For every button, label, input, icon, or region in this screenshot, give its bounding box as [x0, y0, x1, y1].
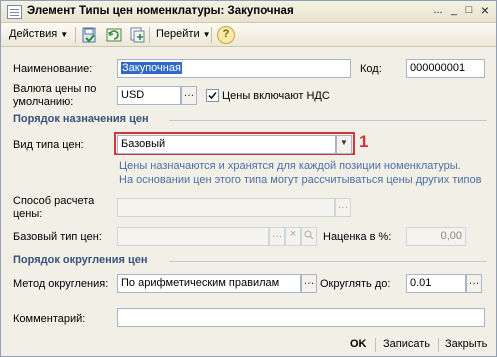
calc-method-input[interactable] — [117, 198, 335, 217]
base-type-label: Базовый тип цен: — [13, 231, 102, 243]
copy-document-icon[interactable] — [128, 26, 146, 44]
clear-icon: × — [289, 228, 297, 240]
base-type-input[interactable] — [117, 227, 269, 246]
vat-checkbox-label: Цены включают НДС — [222, 90, 330, 102]
dropdown-arrow-icon: ▼ — [202, 30, 211, 39]
dropdown-arrow-icon: ▼ — [60, 30, 69, 39]
price-type-dropdown-button[interactable]: ▼ — [336, 135, 352, 154]
currency-label-line1: Валюта цены по — [13, 83, 97, 95]
toolbar-separator — [149, 27, 150, 43]
annotation-number: 1 — [359, 132, 369, 151]
markup-label: Наценка в %: — [323, 231, 392, 243]
toolbar-separator — [211, 27, 212, 43]
window-menu-button[interactable]: ... — [431, 4, 445, 18]
rounding-method-select-button[interactable]: … — [301, 274, 317, 293]
currency-label-line2: умолчанию: — [13, 96, 74, 108]
reread-icon[interactable] — [105, 26, 123, 44]
actions-menu-button[interactable]: Действия ▼ — [6, 26, 71, 44]
rounding-method-label: Метод округления: — [13, 278, 109, 290]
hint-line-1: Цены назначаются и хранятся для каждой п… — [119, 160, 461, 172]
round-to-label: Округлять до: — [320, 278, 391, 290]
name-value: Закупочная — [121, 62, 182, 74]
document-window: Элемент Типы цен номенклатуры: Закупочна… — [0, 0, 497, 357]
close-window-button[interactable]: × — [478, 3, 492, 18]
code-input[interactable]: 000000001 — [406, 59, 485, 78]
base-type-open-button[interactable] — [301, 227, 317, 246]
checkmark-icon — [208, 91, 217, 100]
save-and-close-icon[interactable] — [80, 26, 98, 44]
goto-menu-button[interactable]: Перейти ▼ — [153, 26, 214, 44]
title-bar: Элемент Типы цен номенклатуры: Закупочна… — [1, 1, 496, 23]
name-label: Наименование: — [13, 63, 93, 75]
comment-input[interactable] — [117, 308, 485, 327]
button-separator — [438, 338, 439, 352]
catalog-icon — [7, 5, 22, 19]
calc-method-label-line1: Способ расчета — [13, 195, 95, 207]
button-separator — [375, 338, 376, 352]
round-to-select-button[interactable]: … — [466, 274, 482, 293]
base-type-clear-button[interactable]: × — [285, 227, 301, 246]
calc-method-select-button[interactable]: … — [335, 198, 351, 217]
vat-checkbox[interactable] — [206, 89, 219, 102]
maximize-button[interactable]: □ — [462, 4, 476, 18]
bottom-bar: OK Записать Закрыть — [1, 332, 496, 356]
code-label: Код: — [360, 63, 382, 75]
help-icon[interactable]: ? — [217, 26, 235, 44]
name-input[interactable]: Закупочная — [117, 59, 351, 78]
minimize-button[interactable]: _ — [447, 4, 461, 18]
search-icon — [304, 230, 314, 240]
ok-button[interactable]: OK — [350, 337, 367, 351]
section-divider — [169, 261, 487, 262]
section-title-rounding: Порядок округления цен — [13, 254, 148, 266]
markup-input[interactable]: 0,00 — [406, 227, 466, 246]
price-type-select[interactable]: Базовый — [117, 135, 336, 154]
chevron-down-icon: ▼ — [340, 138, 348, 147]
currency-select-button[interactable]: … — [181, 86, 197, 105]
actions-label: Действия — [9, 28, 58, 40]
price-type-label: Вид типа цен: — [13, 139, 84, 151]
currency-input[interactable]: USD — [117, 86, 181, 105]
window-title: Элемент Типы цен номенклатуры: Закупочна… — [27, 5, 294, 17]
section-title-purpose: Порядок назначения цен — [13, 113, 149, 125]
round-to-input[interactable]: 0.01 — [406, 274, 466, 293]
rounding-method-select[interactable]: По арифметическим правилам — [117, 274, 301, 293]
calc-method-label-line2: цены: — [13, 208, 43, 220]
hint-line-2: На основании цен этого типа могут рассчи… — [119, 174, 482, 186]
base-type-select-button[interactable]: … — [269, 227, 285, 246]
goto-label: Перейти — [156, 28, 200, 40]
toolbar-separator — [75, 27, 76, 43]
close-button[interactable]: Закрыть — [445, 337, 487, 351]
section-divider — [169, 120, 487, 121]
comment-label: Комментарий: — [13, 313, 86, 325]
toolbar: Действия ▼ Перейти ▼ ? — [1, 23, 496, 47]
save-button[interactable]: Записать — [383, 337, 430, 351]
